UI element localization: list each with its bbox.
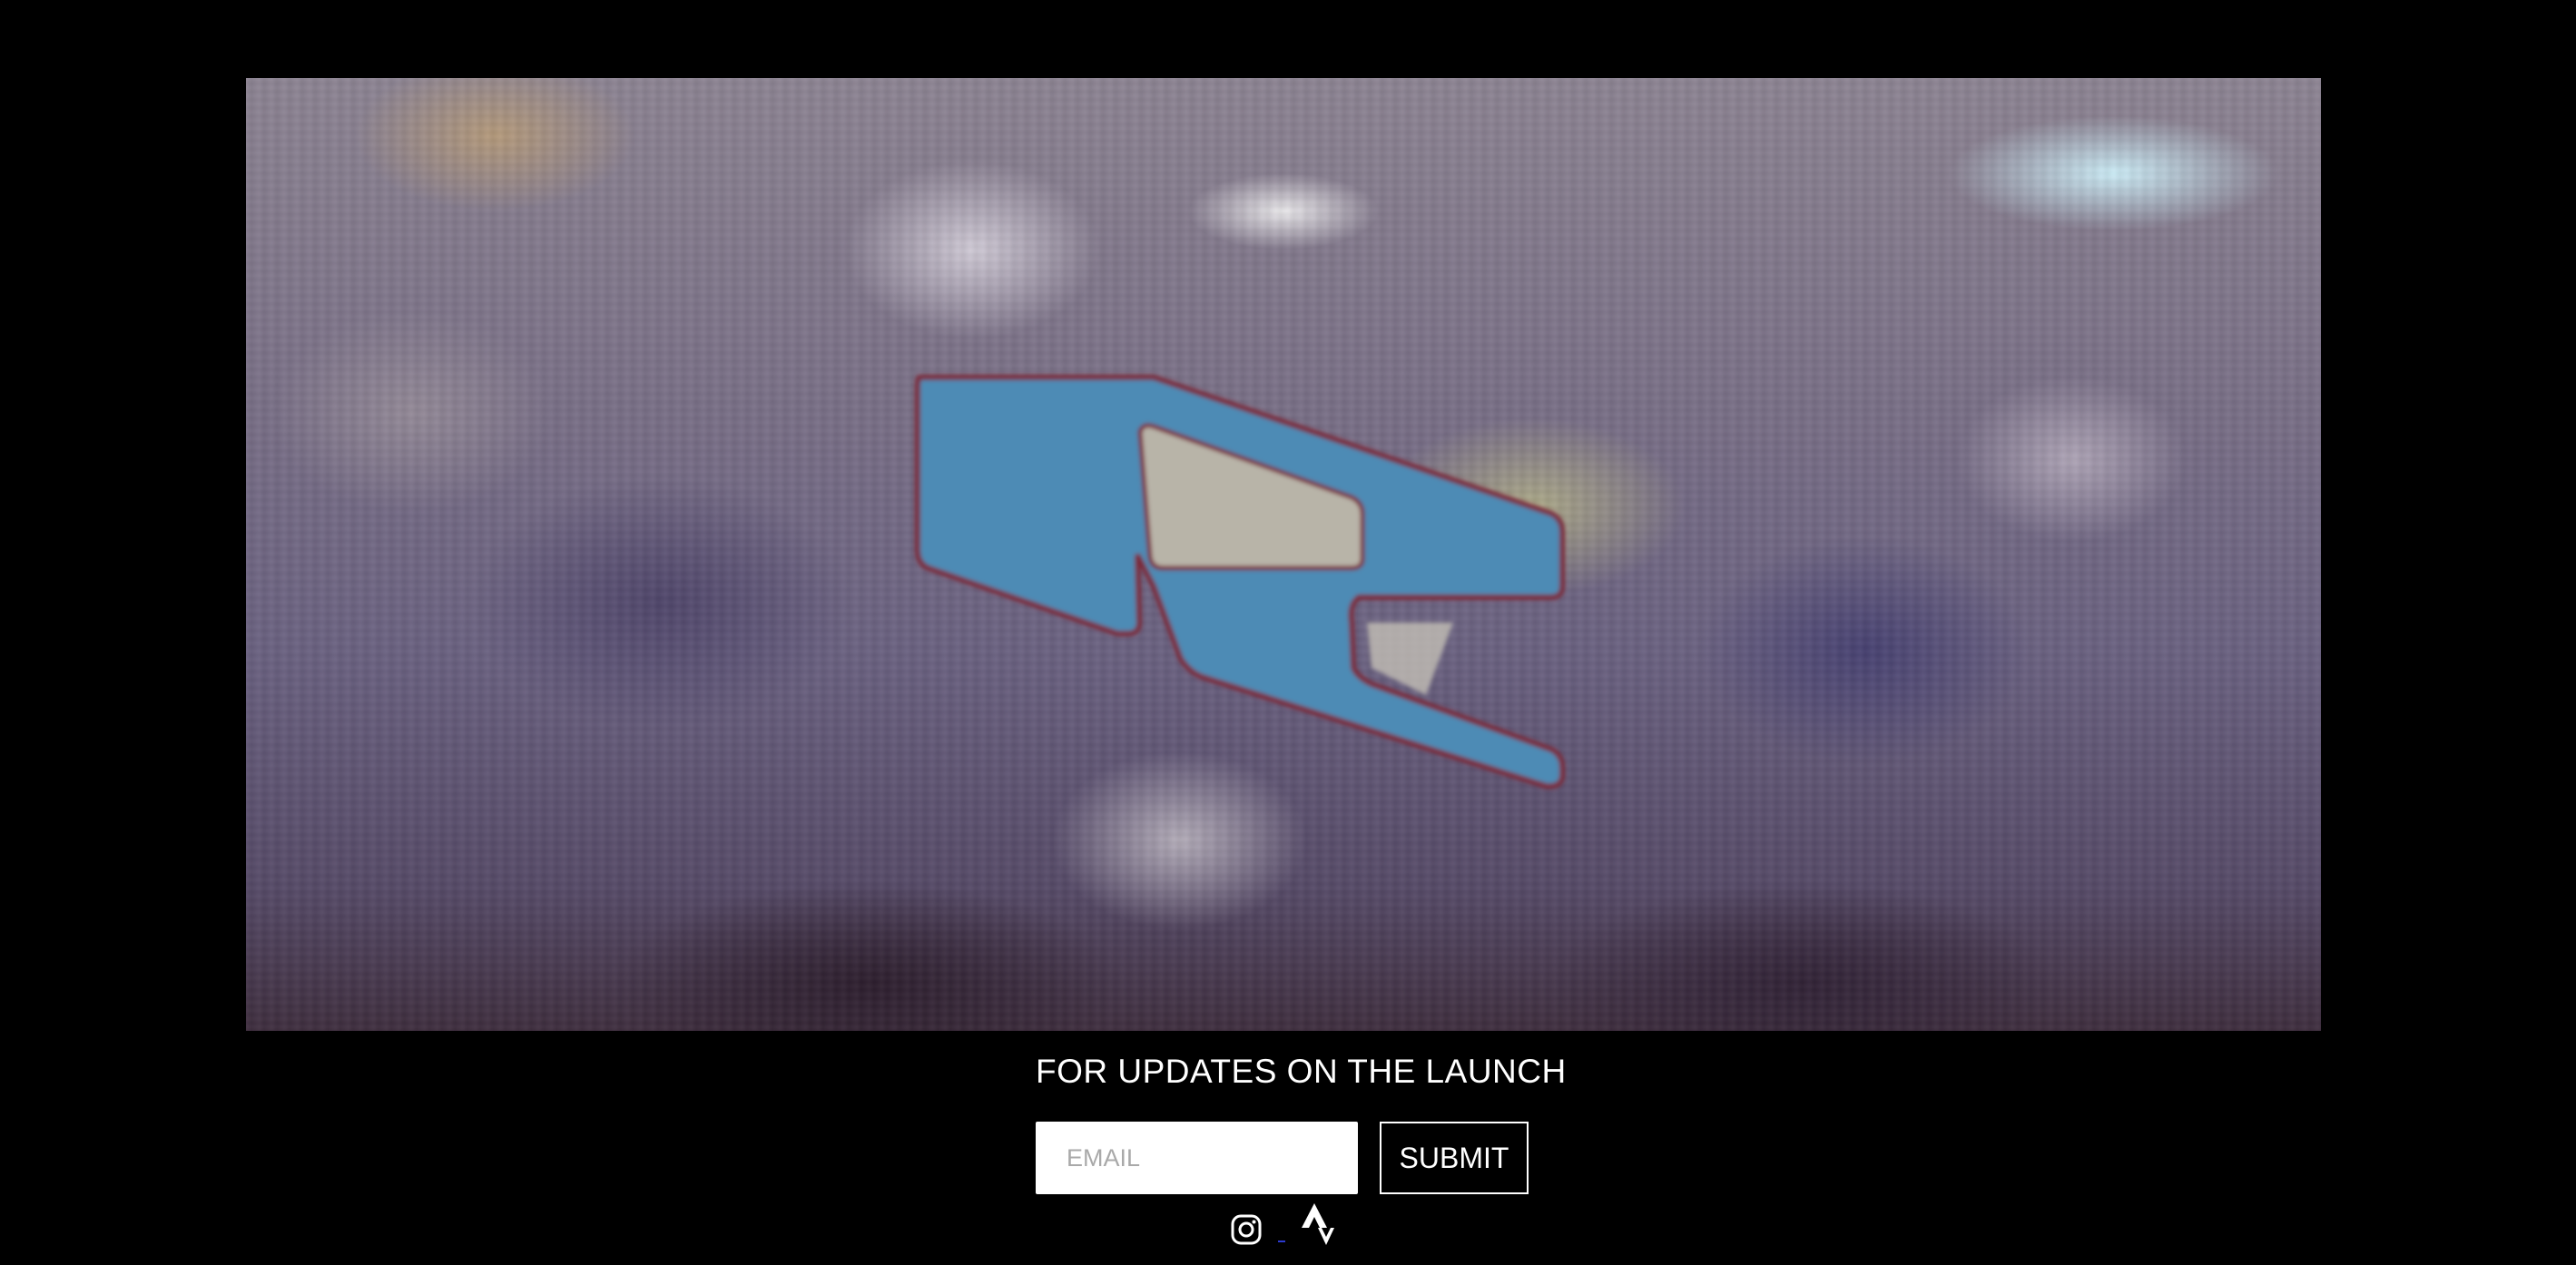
brand-logo-r	[915, 375, 1565, 789]
social-links	[1231, 1203, 1340, 1249]
strava-link[interactable]	[1302, 1203, 1334, 1245]
strava-icon	[1302, 1203, 1334, 1245]
instagram-link[interactable]	[1231, 1214, 1262, 1245]
signup-caption: FOR UPDATES ON THE LAUNCH	[1036, 1053, 1567, 1090]
instagram-icon	[1231, 1214, 1262, 1245]
page: FOR UPDATES ON THE LAUNCH SUBMIT	[0, 0, 2576, 1265]
hero-video	[246, 78, 2321, 1031]
email-field[interactable]	[1036, 1122, 1358, 1194]
link-underline	[1278, 1240, 1285, 1242]
submit-button[interactable]: SUBMIT	[1380, 1122, 1529, 1194]
